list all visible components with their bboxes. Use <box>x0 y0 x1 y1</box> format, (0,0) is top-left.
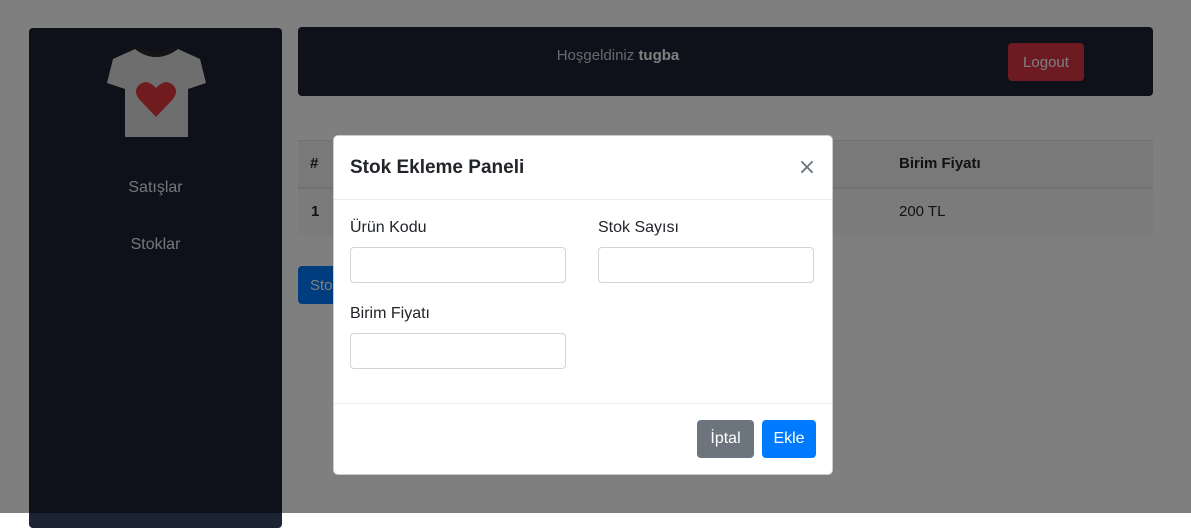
add-button[interactable]: Ekle <box>762 420 816 458</box>
modal-title: Stok Ekleme Paneli <box>350 157 525 178</box>
product-code-input[interactable] <box>350 247 566 283</box>
stock-count-input[interactable] <box>598 247 814 283</box>
stock-count-label: Stok Sayısı <box>598 219 679 236</box>
unit-price-label: Birim Fiyatı <box>350 305 430 322</box>
modal-footer: İptal Ekle <box>334 403 832 474</box>
product-code-label: Ürün Kodu <box>350 219 427 236</box>
close-icon[interactable]: × <box>792 153 822 183</box>
app-page: Satışlar Stoklar Hoşgeldiniz tugba Logou… <box>0 0 1191 528</box>
unit-price-input[interactable] <box>350 333 566 369</box>
modal-header: Stok Ekleme Paneli × <box>334 136 832 200</box>
add-stock-modal: Stok Ekleme Paneli × Ürün Kodu Stok Sayı… <box>333 135 833 475</box>
cancel-button[interactable]: İptal <box>697 420 754 458</box>
